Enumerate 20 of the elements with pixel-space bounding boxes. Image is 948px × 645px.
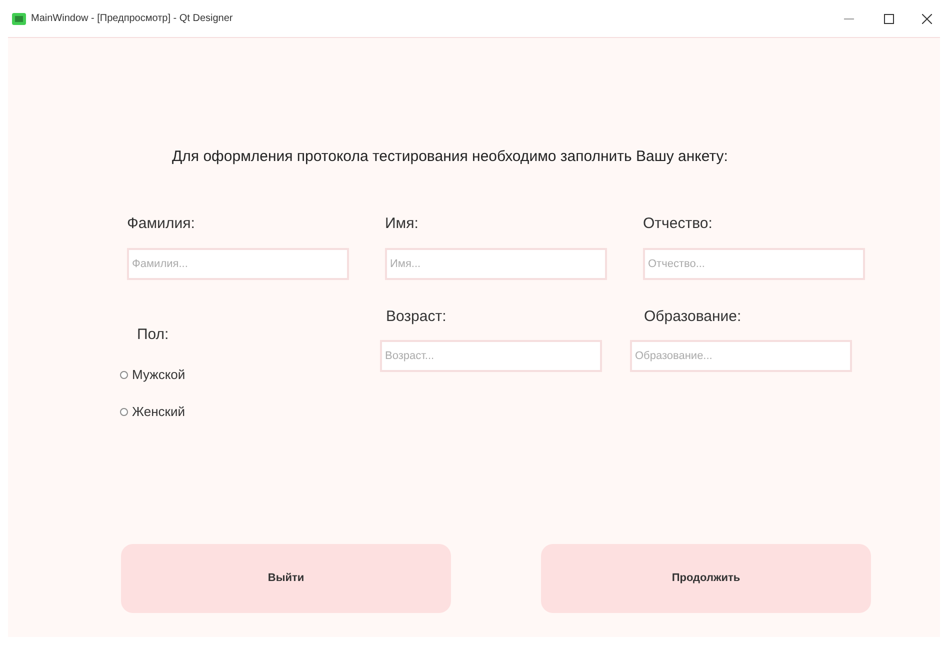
input-field[interactable]: Возраст...: [380, 340, 602, 372]
input-field[interactable]: Отчество...: [643, 248, 865, 280]
field-label: Образование:: [644, 306, 742, 326]
input-field[interactable]: Имя...: [385, 248, 607, 280]
field-label: Имя:: [385, 214, 420, 234]
action-button[interactable]: Продолжить: [541, 544, 871, 613]
radio-option[interactable]: Женский: [120, 393, 185, 430]
input-field[interactable]: Образование...: [630, 340, 852, 372]
close-icon[interactable]: [922, 14, 932, 24]
window-title: MainWindow - [Предпросмотр] - Qt Designer: [31, 12, 233, 26]
input-field[interactable]: Фамилия...: [127, 248, 349, 280]
field-label: Фамилия:: [127, 214, 196, 234]
field-label: Возраст:: [386, 306, 448, 326]
field-label: Отчество:: [643, 214, 714, 234]
action-button[interactable]: Выйти: [121, 544, 451, 613]
radio-option[interactable]: Мужской: [120, 356, 186, 393]
app-icon: [12, 12, 26, 24]
maximize-icon[interactable]: [884, 14, 894, 24]
heading: Для оформления протокола тестирования необходимо заполнить Вашу анкету:: [172, 148, 728, 165]
field-label: Пол:: [137, 324, 170, 344]
